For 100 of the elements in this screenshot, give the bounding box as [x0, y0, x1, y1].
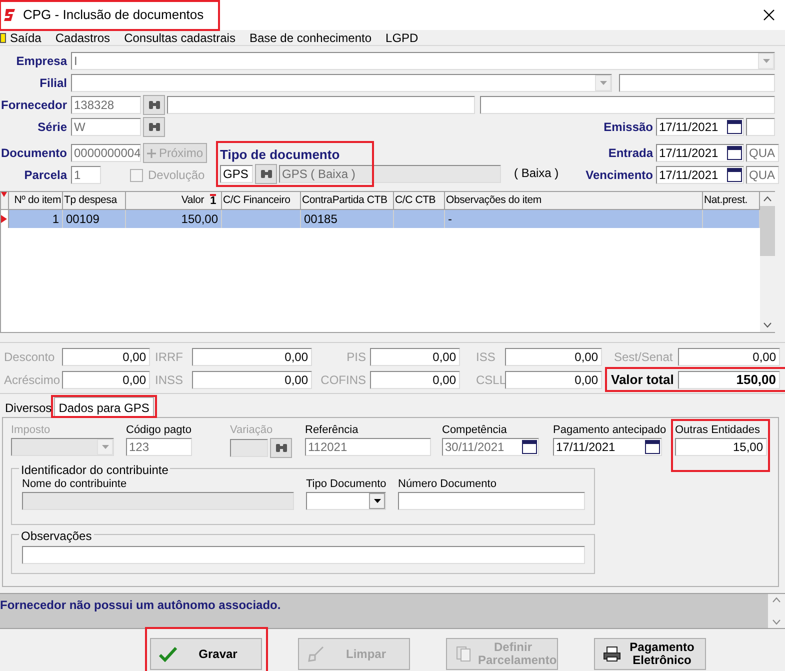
- text-field[interactable]: GPS: [220, 165, 253, 183]
- text-field[interactable]: [746, 118, 775, 136]
- text-field[interactable]: [306, 492, 386, 510]
- text-field[interactable]: 0,00: [192, 370, 312, 388]
- row-pointer-icon: [1, 215, 7, 223]
- field-label: Número Documento: [398, 477, 498, 492]
- text-field[interactable]: [480, 96, 775, 114]
- lookup-button[interactable]: [143, 95, 165, 115]
- text-field[interactable]: [71, 74, 612, 92]
- checkmark-icon: [159, 646, 177, 662]
- text-field[interactable]: 0,00: [370, 348, 460, 366]
- menu-item[interactable]: Base de conhecimento: [249, 28, 372, 46]
- status-note: ( Baixa ): [514, 165, 559, 182]
- menu-item[interactable]: LGPD: [386, 28, 418, 46]
- lookup-button[interactable]: [143, 117, 165, 137]
- action-button[interactable]: Pagamento Eletrônico: [594, 638, 706, 670]
- text-field[interactable]: 123: [126, 438, 192, 456]
- field-label: Acréscimo: [3, 372, 62, 388]
- text-field[interactable]: [11, 438, 114, 456]
- calendar-icon[interactable]: [727, 168, 742, 182]
- text-field[interactable]: 0,00: [678, 348, 780, 366]
- action-button[interactable]: Gravar: [150, 638, 262, 670]
- text-field[interactable]: 0000000004: [71, 144, 141, 162]
- menu-item[interactable]: Consultas cadastrais: [124, 28, 236, 46]
- close-icon[interactable]: [763, 9, 775, 21]
- date-field[interactable]: 30/11/2021: [442, 438, 539, 456]
- table-cell[interactable]: -: [445, 210, 703, 228]
- text-field[interactable]: 0,00: [505, 370, 602, 388]
- field-label: Documento: [0, 145, 68, 162]
- text-field[interactable]: 0,00: [62, 348, 150, 366]
- text-field[interactable]: 0,00: [62, 370, 150, 388]
- vertical-scrollbar[interactable]: [760, 192, 775, 332]
- text-field[interactable]: 112021: [305, 438, 431, 456]
- field-label: Competência: [442, 423, 508, 438]
- table-cell[interactable]: 00109: [63, 210, 126, 228]
- table-cell[interactable]: [394, 210, 445, 228]
- text-field[interactable]: [398, 492, 585, 510]
- tab[interactable]: Diversos: [3, 399, 54, 416]
- text-field[interactable]: 0,00: [370, 370, 460, 388]
- text-field[interactable]: [230, 439, 268, 457]
- field-label: IRRF: [154, 348, 184, 366]
- table-cell[interactable]: [222, 210, 301, 228]
- text-field[interactable]: [619, 74, 775, 92]
- vertical-scrollbar[interactable]: [768, 594, 785, 628]
- date-field[interactable]: 17/11/2021: [553, 438, 662, 456]
- field-label: Tipo Documento: [306, 477, 388, 492]
- tab[interactable]: Dados para GPS: [54, 397, 154, 417]
- field-label: ISS: [475, 348, 496, 366]
- printer-icon: [603, 646, 621, 662]
- checkbox-label: Devolução: [148, 167, 205, 184]
- table-cell[interactable]: [703, 210, 760, 228]
- field-label: Outras Entidades: [675, 423, 761, 438]
- field-label: CSLL: [475, 372, 505, 388]
- plus-icon: [146, 148, 156, 158]
- text-field[interactable]: 138328: [71, 96, 141, 114]
- text-field[interactable]: [22, 546, 585, 564]
- date-field[interactable]: 17/11/2021: [656, 144, 744, 162]
- lookup-button[interactable]: [255, 164, 277, 184]
- table-cell[interactable]: 1: [9, 210, 63, 228]
- table-cell[interactable]: 150,00: [126, 210, 222, 228]
- field-label: Vencimento: [586, 167, 654, 184]
- field-label: INSS: [154, 372, 184, 388]
- field-label: Referência: [305, 423, 360, 438]
- text-field[interactable]: QUA: [746, 144, 779, 162]
- text-field[interactable]: [22, 492, 294, 510]
- date-field[interactable]: 17/11/2021: [656, 118, 744, 136]
- calendar-icon[interactable]: [645, 440, 660, 454]
- field-label: Entrada: [608, 145, 654, 162]
- window-title: CPG - Inclusão de documentos: [23, 6, 205, 24]
- table-cell[interactable]: 00185: [301, 210, 394, 228]
- app-logo-icon: [4, 8, 16, 22]
- date-field[interactable]: 17/11/2021: [656, 166, 744, 184]
- text-field[interactable]: GPS ( Baixa ): [279, 165, 501, 183]
- calendar-icon[interactable]: [522, 440, 537, 454]
- field-label: Nome do contribuinte: [22, 477, 128, 492]
- field-label: Filial: [38, 75, 68, 92]
- menu-item[interactable]: Cadastros: [55, 28, 110, 46]
- text-field[interactable]: 0,00: [505, 348, 602, 366]
- text-field[interactable]: 150,00: [678, 370, 780, 388]
- total-label: Valor total: [610, 370, 675, 389]
- binoculars-icon: [148, 122, 160, 132]
- text-field[interactable]: 1: [71, 166, 101, 184]
- text-field[interactable]: 15,00: [675, 438, 767, 456]
- field-label: Imposto: [11, 423, 52, 438]
- field-label: COFINS: [320, 372, 367, 388]
- field-label: Código pagto: [126, 423, 192, 438]
- text-field[interactable]: [167, 96, 475, 114]
- field-label: PIS: [346, 348, 367, 366]
- text-field[interactable]: QUA: [746, 166, 779, 184]
- menu-item[interactable]: Saída: [10, 28, 42, 46]
- lookup-button[interactable]: [270, 438, 292, 458]
- text-field[interactable]: 0,00: [192, 348, 312, 366]
- field-label: Emissão: [604, 119, 654, 136]
- calendar-icon[interactable]: [727, 146, 742, 160]
- text-field[interactable]: I: [71, 52, 775, 70]
- pages-icon: [456, 646, 472, 662]
- calendar-icon[interactable]: [727, 120, 742, 134]
- binoculars-icon: [260, 169, 272, 179]
- field-label: Fornecedor: [0, 97, 68, 114]
- text-field[interactable]: W: [71, 118, 141, 136]
